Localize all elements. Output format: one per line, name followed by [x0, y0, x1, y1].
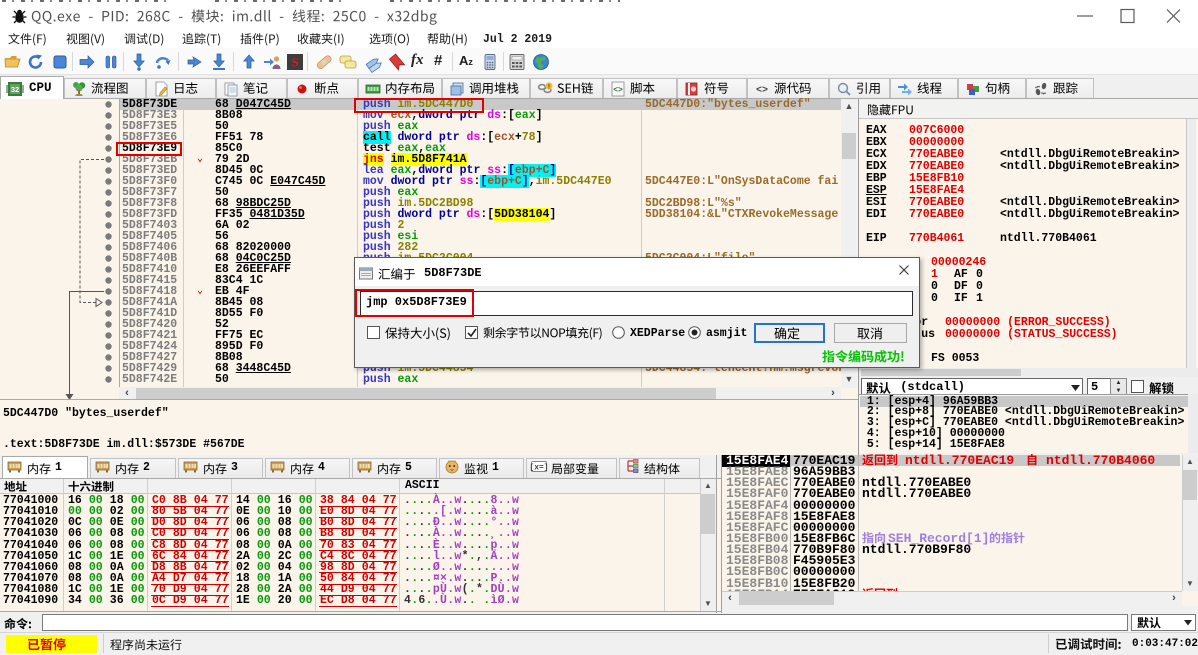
- svg-text:[x=]: [x=]: [529, 464, 548, 473]
